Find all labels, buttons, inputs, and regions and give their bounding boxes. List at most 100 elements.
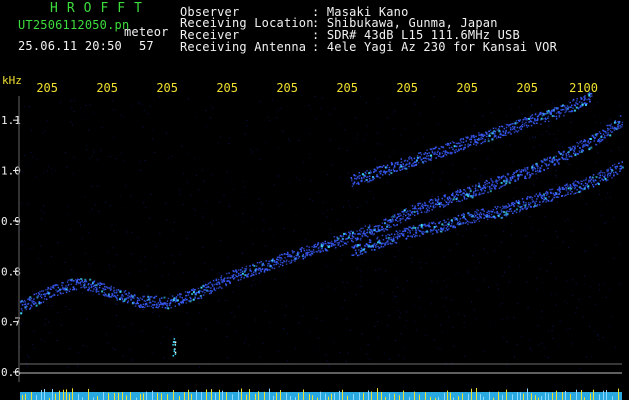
trace-point <box>491 138 493 140</box>
noise-speck <box>35 176 37 178</box>
trace-point <box>252 264 254 266</box>
trace-point <box>293 251 295 253</box>
trace-point <box>582 141 585 143</box>
noise-speck <box>195 116 197 118</box>
trace-point <box>48 292 51 294</box>
trace-point <box>381 166 383 168</box>
trace-point <box>432 199 434 201</box>
noise-speck <box>585 356 587 358</box>
trace-point <box>202 294 205 296</box>
trace-point <box>505 205 507 207</box>
trace-point <box>43 298 46 300</box>
trace-point <box>388 169 391 171</box>
trace-point <box>455 142 458 145</box>
noise-spike <box>97 396 98 400</box>
trace-point <box>149 297 151 299</box>
trace-point <box>457 214 460 217</box>
trace-point <box>208 286 210 289</box>
trace-point <box>349 234 351 236</box>
trace-point <box>595 144 598 146</box>
trace-point <box>245 265 248 268</box>
noise-spike <box>188 389 189 400</box>
trace-point <box>510 127 512 129</box>
trace-point <box>412 162 414 165</box>
noise-speck <box>211 269 213 271</box>
noise-speck <box>501 303 503 304</box>
trace-point <box>324 240 326 243</box>
trace-point <box>104 288 107 291</box>
noise-speck <box>584 283 586 285</box>
noise-speck <box>355 294 357 296</box>
trace-point <box>407 228 409 230</box>
trace-point <box>505 126 508 129</box>
trace-point <box>475 220 477 222</box>
trace-point <box>281 264 284 267</box>
trace-point <box>407 210 409 212</box>
trace-point <box>494 216 496 218</box>
trace-point <box>399 213 401 215</box>
trace-point <box>521 198 524 200</box>
trace-point <box>599 132 602 135</box>
noise-speck <box>32 344 34 346</box>
trace-point <box>546 112 549 115</box>
trace-point <box>411 235 413 237</box>
trace-point <box>489 190 492 193</box>
trace-point <box>357 238 360 240</box>
trace-point <box>20 308 23 310</box>
trace-point <box>475 184 477 186</box>
noise-speck <box>339 177 341 179</box>
noise-speck <box>137 101 139 103</box>
trace-point <box>336 242 338 244</box>
trace-point <box>425 158 428 160</box>
trace-point <box>402 217 404 220</box>
noise-speck <box>449 231 451 232</box>
noise-speck <box>439 179 441 181</box>
trace-point <box>536 198 538 200</box>
trace-point <box>554 164 556 166</box>
trace-point <box>543 169 545 171</box>
trace-point <box>488 134 491 137</box>
trace-point <box>418 202 421 205</box>
trace-point <box>62 286 64 289</box>
trace-point <box>547 120 550 123</box>
trace-point <box>480 217 482 219</box>
trace-point <box>21 310 24 312</box>
noise-speck <box>395 296 397 297</box>
noise-speck <box>20 229 22 231</box>
trace-point <box>73 280 75 282</box>
trace-point <box>295 257 297 259</box>
noise-spike <box>173 390 174 400</box>
trace-point <box>33 298 35 300</box>
trace-point <box>516 170 518 172</box>
trace-point <box>55 284 57 286</box>
noise-speck <box>21 323 22 325</box>
trace-point <box>220 275 223 277</box>
trace-point <box>152 306 154 309</box>
trace-point <box>580 183 583 185</box>
trace-point <box>439 155 441 157</box>
noise-spike <box>211 389 212 400</box>
noise-spike <box>241 388 242 400</box>
trace-point <box>494 133 496 135</box>
noise-speck <box>27 366 28 368</box>
noise-spike <box>531 393 532 400</box>
noise-speck <box>318 337 320 339</box>
trace-point <box>441 155 443 158</box>
noise-speck <box>381 143 383 145</box>
noise-spike <box>414 391 415 400</box>
trace-point <box>424 225 427 227</box>
noise-speck <box>541 317 542 319</box>
noise-speck <box>598 194 600 196</box>
noise-spike <box>606 390 607 400</box>
trace-point <box>399 230 401 232</box>
noise-speck <box>508 256 510 258</box>
noise-speck <box>556 183 558 185</box>
trace-point <box>359 229 361 232</box>
noise-speck <box>510 108 512 110</box>
trace-point <box>355 253 357 255</box>
noise-speck <box>74 100 75 102</box>
trace-point <box>497 180 499 182</box>
trace-point <box>607 134 610 136</box>
trace-point <box>240 278 242 281</box>
noise-speck <box>607 192 608 194</box>
